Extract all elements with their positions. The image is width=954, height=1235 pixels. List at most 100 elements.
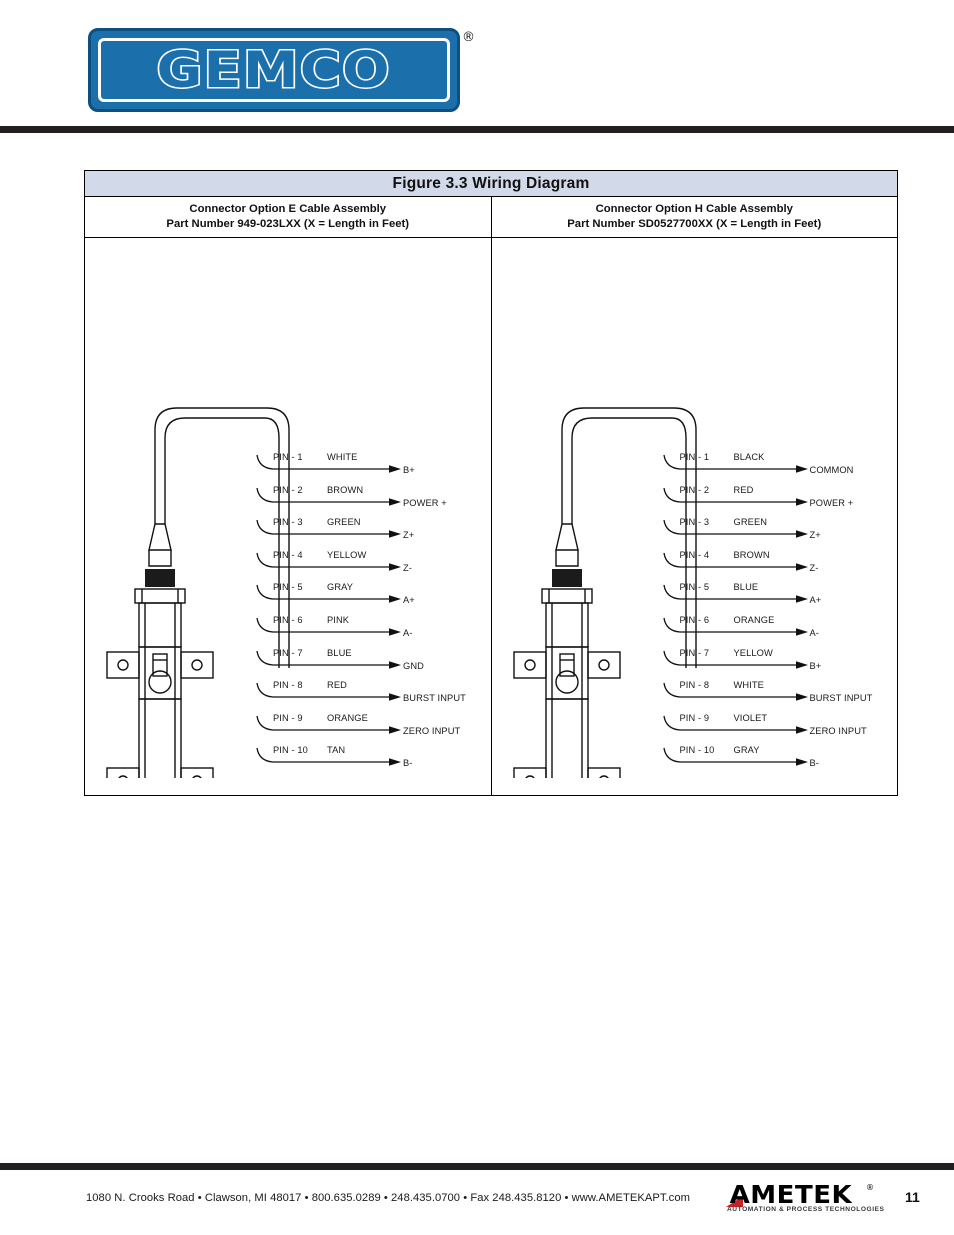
- pin-number-label: PIN - 8: [679, 680, 710, 691]
- registered-trademark-icon: ®: [462, 30, 475, 45]
- gemco-logo: GEMCO: [88, 28, 460, 112]
- wire-color-label: PINK: [327, 615, 350, 625]
- figure-wiring-diagram: Figure 3.3 Wiring Diagram Connector Opti…: [84, 170, 898, 796]
- wire-color-label: WHITE: [327, 452, 358, 462]
- pin-row: PIN - 3 GREEN Z+: [662, 517, 897, 549]
- pin-number-label: PIN - 3: [273, 517, 303, 528]
- ametek-tagline: AUTOMATION & PROCESS TECHNOLOGIES: [727, 1206, 885, 1213]
- footer-address: 1080 N. Crooks Road • Clawson, MI 48017 …: [86, 1192, 690, 1204]
- wire-color-label: GREEN: [327, 517, 361, 528]
- wire-color-label: GRAY: [733, 745, 760, 756]
- wire-color-label: RED: [327, 680, 347, 691]
- diagram-panel-option-e: PIN - 1 WHITE B+ PIN - 2 BROWN POWER + PIN - 3…: [85, 238, 492, 796]
- pin-row: PIN - 1 BLACK COMMON: [662, 452, 897, 484]
- pin-row: PIN - 6 ORANGE A-: [662, 615, 897, 647]
- wire-color-label: BLUE: [327, 647, 352, 658]
- pin-number-label: PIN - 10: [679, 745, 715, 756]
- pin-row: PIN - 5 BLUE A+: [662, 582, 897, 614]
- signal-name-label: B-: [809, 758, 819, 769]
- gemco-logo-frame: GEMCO: [98, 38, 450, 102]
- column-heading-option-e: Connector Option E Cable Assembly Part N…: [85, 197, 492, 237]
- pin-row: PIN - 2 RED POWER +: [662, 485, 897, 517]
- page-number: 11: [905, 1189, 920, 1205]
- signal-name-label: GND: [403, 660, 424, 671]
- registered-trademark-icon: ®: [866, 1183, 874, 1192]
- pin-list-option-h: PIN - 1 BLACK COMMON PIN - 2 RED POWER + PIN -…: [662, 452, 897, 772]
- signal-name-label: A-: [403, 628, 413, 638]
- wire-color-label: RED: [733, 484, 754, 495]
- pin-number-label: PIN - 1: [273, 452, 303, 462]
- signal-name-label: POWER +: [809, 497, 854, 508]
- signal-name-label: B-: [403, 758, 413, 769]
- signal-name-label: Z-: [809, 562, 819, 573]
- wire-color-label: YELLOW: [733, 647, 773, 658]
- page-header: GEMCO ®: [0, 0, 954, 133]
- diagram-panel-option-h: PIN - 1 BLACK COMMON PIN - 2 RED POWER + PIN -…: [492, 238, 898, 796]
- pin-row: PIN - 10 GRAY B-: [662, 745, 897, 777]
- pin-row: PIN - 4 YELLOW Z-: [255, 550, 490, 582]
- pin-number-label: PIN - 2: [679, 484, 710, 495]
- figure-title: Figure 3.3 Wiring Diagram: [392, 174, 590, 192]
- ametek-wordmark: AMETEK: [729, 1180, 853, 1209]
- pin-row: PIN - 2 BROWN POWER +: [255, 485, 490, 517]
- wire-color-label: GRAY: [327, 582, 354, 593]
- pin-row: PIN - 9 VIOLET ZERO INPUT: [662, 713, 897, 745]
- column-heading-option-h: Connector Option H Cable Assembly Part N…: [492, 197, 898, 237]
- wire-color-label: GREEN: [733, 517, 768, 528]
- signal-name-label: BURST INPUT: [809, 693, 873, 704]
- signal-name-label: ZERO INPUT: [809, 725, 867, 736]
- signal-name-label: Z+: [403, 530, 415, 541]
- signal-name-label: A+: [403, 595, 415, 606]
- figure-diagram-row: PIN - 1 WHITE B+ PIN - 2 BROWN POWER + PIN - 3…: [85, 238, 897, 796]
- pin-number-label: PIN - 2: [273, 484, 303, 495]
- gemco-wordmark: GEMCO: [155, 41, 392, 99]
- pin-row: PIN - 5 GRAY A+: [255, 582, 490, 614]
- wire-color-label: VIOLET: [733, 712, 768, 723]
- figure-column-headings: Connector Option E Cable Assembly Part N…: [85, 197, 897, 238]
- pin-row: PIN - 7 BLUE GND: [255, 648, 490, 680]
- pin-number-label: PIN - 6: [273, 615, 303, 625]
- ametek-logo: AMETEK ® AUTOMATION & PROCESS TECHNOLOGI…: [718, 1180, 884, 1216]
- pin-list-option-e: PIN - 1 WHITE B+ PIN - 2 BROWN POWER + PIN - 3…: [255, 452, 490, 772]
- signal-name-label: COMMON: [809, 465, 854, 475]
- pin-row: PIN - 1 WHITE B+: [255, 452, 490, 484]
- signal-name-label: Z+: [809, 530, 821, 541]
- signal-name-label: BURST INPUT: [403, 693, 466, 704]
- wire-color-label: ORANGE: [733, 615, 775, 625]
- pin-number-label: PIN - 1: [679, 452, 710, 462]
- pin-row: PIN - 6 PINK A-: [255, 615, 490, 647]
- pin-row: PIN - 8 RED BURST INPUT: [255, 680, 490, 712]
- pin-row: PIN - 4 BROWN Z-: [662, 550, 897, 582]
- pin-number-label: PIN - 5: [273, 582, 303, 593]
- pin-row: PIN - 8 WHITE BURST INPUT: [662, 680, 897, 712]
- signal-name-label: Z-: [403, 562, 412, 573]
- signal-name-label: A+: [809, 595, 822, 606]
- footer-divider-rule: [0, 1163, 954, 1170]
- wire-color-label: ORANGE: [327, 712, 368, 723]
- pin-number-label: PIN - 9: [679, 712, 710, 723]
- pin-number-label: PIN - 10: [273, 745, 308, 756]
- wire-color-label: BLUE: [733, 582, 759, 593]
- pin-row: PIN - 10 TAN B-: [255, 745, 490, 777]
- pin-row: PIN - 7 YELLOW B+: [662, 648, 897, 680]
- wire-color-label: WHITE: [733, 680, 764, 691]
- signal-name-label: A-: [809, 628, 819, 638]
- wire-color-label: TAN: [327, 745, 346, 756]
- column-heading-line2: Part Number SD0527700XX (X = Length in F…: [567, 218, 822, 230]
- pin-number-label: PIN - 7: [273, 647, 303, 658]
- signal-name-label: B+: [809, 660, 822, 671]
- pin-number-label: PIN - 8: [273, 680, 303, 691]
- pin-number-label: PIN - 5: [679, 582, 710, 593]
- signal-name-label: ZERO INPUT: [403, 725, 461, 736]
- wire-color-label: BLACK: [733, 452, 765, 462]
- wire-color-label: YELLOW: [327, 549, 367, 560]
- signal-name-label: B+: [403, 465, 415, 475]
- signal-name-label: POWER +: [403, 497, 447, 508]
- header-divider-rule: [0, 126, 954, 133]
- wire-color-label: BROWN: [733, 549, 770, 560]
- pin-number-label: PIN - 6: [679, 615, 710, 625]
- pin-row: PIN - 9 ORANGE ZERO INPUT: [255, 713, 490, 745]
- column-heading-line1: Connector Option H Cable Assembly: [595, 203, 793, 216]
- pin-number-label: PIN - 7: [679, 647, 710, 658]
- pin-number-label: PIN - 4: [273, 549, 303, 560]
